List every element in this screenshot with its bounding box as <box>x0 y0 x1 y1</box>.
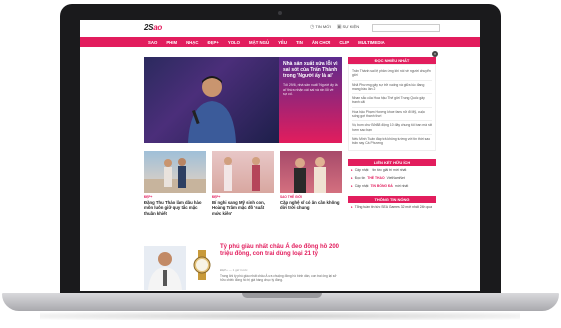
camera-icon <box>278 11 282 15</box>
top-link-label: TIN MỚI <box>315 24 331 29</box>
list-item[interactable]: Nếu Minh Tuấn đáp trả không tường với ti… <box>352 135 432 148</box>
link-text: Tổng tuần tin tức SEA Games 32 mới nhất … <box>354 204 432 209</box>
list-item[interactable]: Nhan sắc của Hoa hậu Thế giới Trung Quốc… <box>352 94 432 108</box>
list-item[interactable]: Trấn Thành sai lệ phản ứng khi nói về ng… <box>352 67 432 81</box>
top-link-events[interactable]: ▣SỰ KIỆN <box>337 24 359 30</box>
hot-news-heading: THÔNG TIN NÓNG <box>348 195 436 203</box>
nav-item-yeu[interactable]: YÊU <box>278 40 287 45</box>
hero-title[interactable]: Nhà sản xuất sửa lỗi vì sai sót của Trấn… <box>283 61 338 79</box>
link-text: VietNamNet <box>386 175 405 180</box>
most-read-heading: ĐỌC NHIỀU NHẤT <box>348 57 436 64</box>
nav-item-yolo[interactable]: YOLO <box>228 40 240 45</box>
link-item[interactable]: ▸ Đọc tin THỂ THAO VietNamNet <box>348 174 436 182</box>
thumb-title[interactable]: Đặng Thu Thảo làm dâu hào môn luôn giữ q… <box>144 200 206 216</box>
hot-news: THÔNG TIN NÓNG ▸ Tổng tuần tin tức SEA Ga… <box>348 195 436 211</box>
nav-item-an-choi[interactable]: ĂN CHƠI <box>312 40 330 45</box>
top-links: ◷TIN MỚI ▣SỰ KIỆN <box>310 24 359 30</box>
bullet-icon: ▸ <box>351 204 353 209</box>
artists-photo <box>294 157 326 193</box>
useful-links-heading: LIÊN KẾT HỮU ÍCH <box>348 158 436 166</box>
nav-item-sao[interactable]: SAO <box>148 40 157 45</box>
top-link-label: SỰ KIỆN <box>342 24 360 29</box>
laptop-base <box>2 293 559 311</box>
thumb-category[interactable]: ĐẸP+ <box>144 195 206 199</box>
calendar-icon: ▣ <box>336 24 342 30</box>
link-highlight: THỂ THAO <box>367 175 385 180</box>
article-meta: ĐẸP+ — 1 giờ trước <box>220 268 248 272</box>
sidebar: ĐỌC NHIỀU NHẤT Trấn Thành sai lệ phản ứn… <box>348 57 436 211</box>
nav-item-nhac[interactable]: NHẠC <box>186 40 198 45</box>
woman-photo <box>224 157 260 191</box>
site-topbar: 2Sao ◷TIN MỚI ▣SỰ KIỆN <box>80 20 480 36</box>
link-text: mới nhất <box>394 183 409 188</box>
link-item[interactable]: ▸ Tổng tuần tin tức SEA Games 32 mới nhất… <box>348 203 436 211</box>
nav-item-multimedia[interactable]: MULTIMEDIA <box>358 40 385 45</box>
link-text: Cập nhật <box>354 167 369 172</box>
thumb-title[interactable]: Bí nghi sang Mỹ sinh con, Hoàng Trâm mặc… <box>212 200 274 216</box>
clock-icon: ◷ <box>310 24 315 30</box>
useful-links: LIÊN KẾT HỮU ÍCH ▸ Cập nhật tin tức giải t… <box>348 158 436 190</box>
list-item[interactable]: Vụ bom chư Bởi88 động 10 đây chung tôi b… <box>352 121 432 135</box>
laptop-notch <box>242 293 322 298</box>
nav-item-phim[interactable]: PHIM <box>166 40 177 45</box>
couple-photo <box>144 158 206 193</box>
nav-item-dep[interactable]: ĐẸP+ <box>207 40 218 45</box>
link-item[interactable]: ▸ Cập nhật tin tức giải trí mới nhất <box>348 166 436 174</box>
search-input[interactable] <box>372 24 440 32</box>
hero-image[interactable] <box>144 57 279 143</box>
thumb-image[interactable] <box>144 151 206 193</box>
link-item[interactable]: ▸ Cập nhật TIN BÓNG ĐÁ mới nhất <box>348 182 436 190</box>
logo-accent: ao <box>153 23 162 32</box>
thumb-row: ĐẸP+ Đặng Thu Thảo làm dâu hào môn luôn … <box>144 151 342 216</box>
link-text: tin tức giải trí mới nhất <box>372 167 407 172</box>
thumb-card[interactable]: ĐẸP+ Bí nghi sang Mỹ sinh con, Hoàng Trâ… <box>212 151 274 216</box>
watch-image[interactable] <box>192 250 212 280</box>
thumb-image[interactable] <box>280 151 342 193</box>
bullet-icon: ▸ <box>351 175 353 180</box>
hero-desc: Tối 29/6, nhà sản xuất 'Người ấy là ai' … <box>283 83 338 96</box>
nav-item-mat-ngu[interactable]: MẶT NGỦ <box>249 40 269 45</box>
thumb-category[interactable]: ĐẸP+ <box>212 195 274 199</box>
link-text: Đọc tin <box>354 175 366 180</box>
list-item[interactable]: Nhã Phương gây sự trở xuống và giữa lúc … <box>352 81 432 95</box>
site-logo[interactable]: 2Sao <box>144 23 162 32</box>
businessman-photo <box>148 252 182 290</box>
top-link-new[interactable]: ◷TIN MỚI <box>310 24 331 30</box>
laptop-screen: 2Sao ◷TIN MỚI ▣SỰ KIỆN SAO PHIM NHẠC ĐẸP… <box>80 20 480 291</box>
nav-item-clip[interactable]: CLIP <box>339 40 349 45</box>
nav-item-tin[interactable]: TIN <box>296 40 303 45</box>
main-nav: SAO PHIM NHẠC ĐẸP+ YOLO MẶT NGỦ YÊU TIN … <box>80 37 480 47</box>
thumb-title[interactable]: Cặp nghệ sĩ có ân cần không dời trời chu… <box>280 200 342 211</box>
link-highlight: TIN BÓNG ĐÁ <box>370 183 393 188</box>
logo-text: 2S <box>144 23 154 32</box>
bullet-icon: ▸ <box>351 183 353 188</box>
thumb-card[interactable]: ĐẸP+ Đặng Thu Thảo làm dâu hào môn luôn … <box>144 151 206 216</box>
bullet-icon: ▸ <box>351 167 353 172</box>
list-item[interactable]: Hoa hậu Phạm Hương khoe fans nữ đi Mỹ, c… <box>352 108 432 122</box>
thumb-card[interactable]: SAO THẾ GIỚI Cặp nghệ sĩ có ân cần không… <box>280 151 342 216</box>
hero-caption[interactable]: Nhà sản xuất sửa lỗi vì sai sót của Trấn… <box>279 57 342 143</box>
article-image[interactable] <box>144 246 186 290</box>
link-text: Cập nhật <box>354 183 369 188</box>
thumb-category[interactable]: SAO THẾ GIỚI <box>280 195 342 199</box>
laptop-shadow <box>40 312 520 320</box>
article-title[interactable]: Tỷ phú giàu nhất châu Á đeo đồng hồ 200 … <box>220 244 342 258</box>
hero-person-photo <box>188 76 236 143</box>
article-desc: Trong khi tỷ phú giàu nhất châu Á ưa chu… <box>220 274 337 283</box>
thumb-image[interactable] <box>212 151 274 193</box>
most-read-list: Trấn Thành sai lệ phản ứng khi nói về ng… <box>348 64 436 151</box>
